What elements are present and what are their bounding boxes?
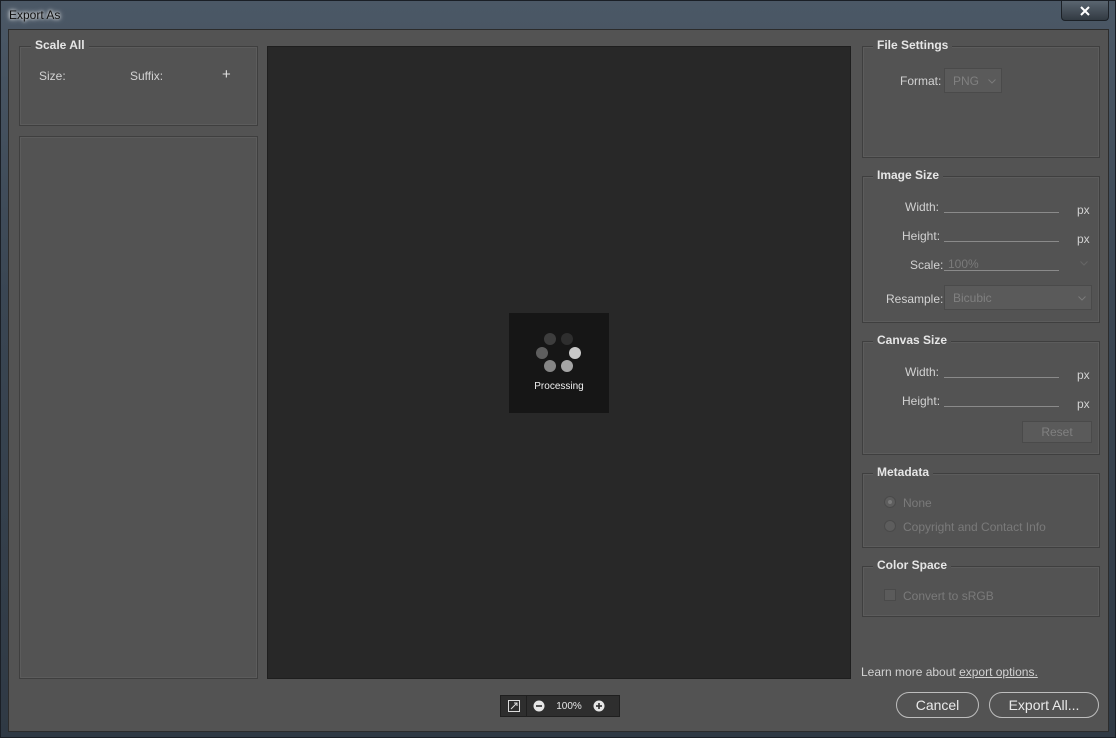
cancel-button[interactable]: Cancel: [896, 692, 979, 718]
reset-button[interactable]: Reset: [1022, 421, 1092, 443]
preview-canvas[interactable]: Processing: [267, 46, 851, 679]
add-scale-button[interactable]: +: [222, 66, 231, 83]
format-value: PNG: [953, 73, 980, 88]
canvas-width-unit: px: [1077, 368, 1090, 382]
fit-view-icon: [507, 700, 520, 712]
size-label: Size:: [39, 69, 66, 83]
metadata-copyright-label[interactable]: Copyright and Contact Info: [903, 520, 1046, 534]
metadata-title: Metadata: [873, 465, 934, 479]
canvas-size-title: Canvas Size: [873, 333, 952, 347]
export-all-button[interactable]: Export All...: [989, 692, 1099, 718]
scale-all-title: Scale All: [31, 38, 89, 52]
file-settings-title: File Settings: [873, 38, 953, 52]
canvas-width-input[interactable]: [944, 377, 1059, 378]
export-as-window: Export As Scale All Size: Suffix: + Proc…: [0, 0, 1116, 738]
scale-input-line: [944, 270, 1059, 271]
scale-all-group: [19, 46, 258, 126]
scale-chevron-down-icon[interactable]: [1080, 261, 1088, 266]
spinner-icon: [536, 333, 581, 372]
format-select[interactable]: PNG: [944, 68, 1002, 93]
metadata-copyright-radio[interactable]: [884, 520, 896, 532]
image-width-unit: px: [1077, 203, 1090, 217]
export-all-label: Export All...: [1008, 697, 1080, 713]
zoom-in-icon: [593, 700, 605, 712]
image-height-unit: px: [1077, 232, 1090, 246]
scale-value[interactable]: 100%: [948, 257, 979, 271]
canvas-height-unit: px: [1077, 397, 1090, 411]
image-width-label: Width:: [905, 200, 940, 214]
resample-label: Resample:: [886, 292, 944, 306]
image-width-input[interactable]: [944, 212, 1059, 213]
metadata-none-radio[interactable]: [884, 496, 896, 508]
learn-more-prefix: Learn more about: [861, 665, 960, 679]
canvas-width-label: Width:: [905, 365, 940, 379]
file-settings-group: [862, 46, 1100, 158]
image-size-title: Image Size: [873, 168, 944, 182]
reset-label: Reset: [1041, 425, 1073, 439]
processing-indicator: Processing: [509, 313, 609, 413]
close-button[interactable]: [1061, 1, 1109, 21]
color-space-title: Color Space: [873, 558, 952, 572]
title-bar[interactable]: Export As: [1, 1, 1115, 29]
window-title: Export As: [9, 8, 61, 22]
convert-srgb-checkbox[interactable]: [884, 589, 896, 601]
resample-value: Bicubic: [953, 290, 992, 305]
canvas-height-input[interactable]: [944, 406, 1059, 407]
format-label: Format:: [900, 74, 942, 88]
canvas-height-label: Height:: [902, 394, 941, 408]
zoom-out-button[interactable]: [527, 696, 551, 716]
chevron-down-icon: [988, 79, 996, 84]
zoom-toolbar: 100%: [500, 695, 620, 717]
fit-to-view-button[interactable]: [501, 696, 527, 716]
image-height-input[interactable]: [944, 241, 1059, 242]
suffix-label: Suffix:: [130, 69, 164, 83]
zoom-level: 100%: [556, 700, 582, 712]
convert-srgb-label[interactable]: Convert to sRGB: [903, 589, 994, 603]
metadata-none-label[interactable]: None: [903, 496, 932, 510]
processing-label: Processing: [534, 381, 584, 392]
resample-select[interactable]: Bicubic: [944, 285, 1092, 310]
zoom-out-icon: [533, 700, 545, 712]
export-options-link[interactable]: export options.: [959, 665, 1038, 679]
dialog-content: Scale All Size: Suffix: + Processing 100…: [8, 29, 1109, 732]
resample-chevron-down-icon: [1078, 296, 1086, 301]
asset-list-panel[interactable]: [19, 136, 258, 679]
learn-more-text: Learn more about export options.: [861, 665, 1038, 679]
image-height-label: Height:: [902, 229, 941, 243]
zoom-in-button[interactable]: [587, 696, 611, 716]
metadata-group: [862, 473, 1100, 548]
scale-label: Scale:: [910, 258, 944, 272]
cancel-label: Cancel: [915, 697, 960, 713]
close-icon: [1080, 5, 1090, 16]
